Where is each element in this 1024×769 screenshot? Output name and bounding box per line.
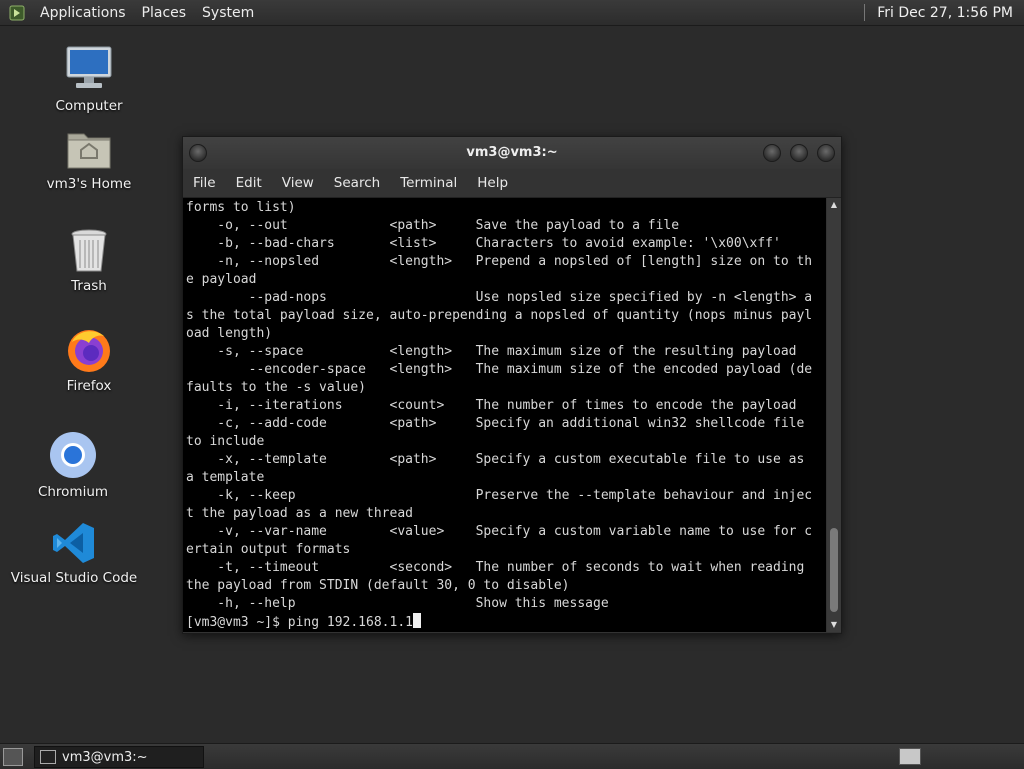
- system-menu[interactable]: System: [194, 5, 262, 21]
- minimize-button[interactable]: [763, 144, 781, 162]
- output-line: -t, --timeout <second> The number of sec…: [186, 560, 805, 575]
- output-line: -h, --help Show this message: [186, 596, 609, 611]
- output-line: a template: [186, 470, 265, 485]
- close-button[interactable]: [817, 144, 835, 162]
- trash-icon: [71, 229, 107, 272]
- menu-help[interactable]: Help: [467, 175, 518, 191]
- chromium-icon: [50, 432, 96, 478]
- applications-menu-icon[interactable]: [8, 4, 26, 22]
- computer-icon: [66, 46, 112, 88]
- menu-view[interactable]: View: [272, 175, 324, 191]
- taskbar-label: vm3@vm3:~: [62, 749, 148, 765]
- output-line: --pad-nops Use nopsled size specified by…: [186, 290, 813, 305]
- maximize-button[interactable]: [790, 144, 808, 162]
- desktop-icon-home[interactable]: vm3's Home: [24, 128, 154, 192]
- desktop-icon-computer[interactable]: Computer: [24, 44, 154, 114]
- top-panel: Applications Places System Fri Dec 27, 1…: [0, 0, 1024, 26]
- scrollbar-thumb[interactable]: [830, 528, 838, 612]
- desktop-icon-label: Chromium: [37, 484, 109, 500]
- menu-terminal[interactable]: Terminal: [390, 175, 467, 191]
- output-line: ertain output formats: [186, 542, 351, 557]
- show-desktop-icon[interactable]: [3, 748, 23, 766]
- desktop-icon-label: Visual Studio Code: [10, 570, 138, 586]
- window-title: vm3@vm3:~: [466, 145, 558, 160]
- desktop-icon-label: Trash: [71, 278, 107, 294]
- output-line: the payload from STDIN (default 30, 0 to…: [186, 578, 570, 593]
- firefox-icon: [68, 330, 110, 372]
- desktop-icon-label: Computer: [55, 98, 123, 114]
- output-line: t the payload as a new thread: [186, 506, 413, 521]
- output-line: -c, --add-code <path> Specify an additio…: [186, 416, 805, 431]
- window-titlebar[interactable]: vm3@vm3:~: [183, 137, 841, 169]
- panel-separator: [864, 4, 866, 21]
- terminal-icon: [40, 750, 56, 764]
- output-line: --encoder-space <length> The maximum siz…: [186, 362, 813, 377]
- output-line: to include: [186, 434, 265, 449]
- desktop-icon-trash[interactable]: Trash: [24, 228, 154, 294]
- command-prompt[interactable]: [vm3@vm3 ~]$ ping 192.168.1.1: [186, 615, 413, 630]
- output-line: -s, --space <length> The maximum size of…: [186, 344, 797, 359]
- output-line: -k, --keep Preserve the --template behav…: [186, 488, 813, 503]
- desktop-icon-vscode[interactable]: Visual Studio Code: [9, 520, 139, 586]
- output-line: e payload: [186, 272, 257, 287]
- window-menu-button[interactable]: [189, 144, 207, 162]
- output-line: forms to list): [186, 200, 296, 215]
- taskbar-button-terminal[interactable]: vm3@vm3:~: [34, 746, 204, 768]
- terminal-menubar: File Edit View Search Terminal Help: [183, 169, 841, 198]
- bottom-panel: vm3@vm3:~: [0, 743, 1024, 769]
- output-line: oad length): [186, 326, 273, 341]
- workspace-switcher[interactable]: [899, 748, 921, 765]
- desktop-icon-label: Firefox: [66, 378, 112, 394]
- vscode-icon: [53, 523, 94, 563]
- terminal-output[interactable]: forms to list) -o, --out <path> Save the…: [183, 198, 826, 632]
- menu-edit[interactable]: Edit: [226, 175, 272, 191]
- menu-file[interactable]: File: [183, 175, 226, 191]
- output-line: faults to the -s value): [186, 380, 367, 395]
- home-folder-icon: [67, 133, 111, 169]
- menu-search[interactable]: Search: [324, 175, 390, 191]
- terminal-window[interactable]: vm3@vm3:~ File Edit View Search Terminal…: [182, 136, 842, 634]
- output-line: -n, --nopsled <length> Prepend a nopsled…: [186, 254, 813, 269]
- output-line: -i, --iterations <count> The number of t…: [186, 398, 797, 413]
- places-menu[interactable]: Places: [134, 5, 195, 21]
- scroll-up-arrow-icon[interactable]: ▲: [827, 198, 841, 212]
- scroll-down-arrow-icon[interactable]: ▼: [827, 618, 841, 632]
- desktop-icon-firefox[interactable]: Firefox: [24, 326, 154, 394]
- clock[interactable]: Fri Dec 27, 1:56 PM: [877, 5, 1024, 21]
- output-line: -b, --bad-chars <list> Characters to avo…: [186, 236, 781, 251]
- desktop-icon-chromium[interactable]: Chromium: [8, 430, 138, 500]
- applications-menu[interactable]: Applications: [32, 5, 134, 21]
- desktop-icon-label: vm3's Home: [46, 176, 132, 192]
- output-line: -o, --out <path> Save the payload to a f…: [186, 218, 680, 233]
- output-line: s the total payload size, auto-prependin…: [186, 308, 813, 323]
- text-cursor: [412, 613, 421, 628]
- output-line: -x, --template <path> Specify a custom e…: [186, 452, 805, 467]
- output-line: -v, --var-name <value> Specify a custom …: [186, 524, 813, 539]
- terminal-scrollbar[interactable]: ▲ ▼: [827, 198, 841, 632]
